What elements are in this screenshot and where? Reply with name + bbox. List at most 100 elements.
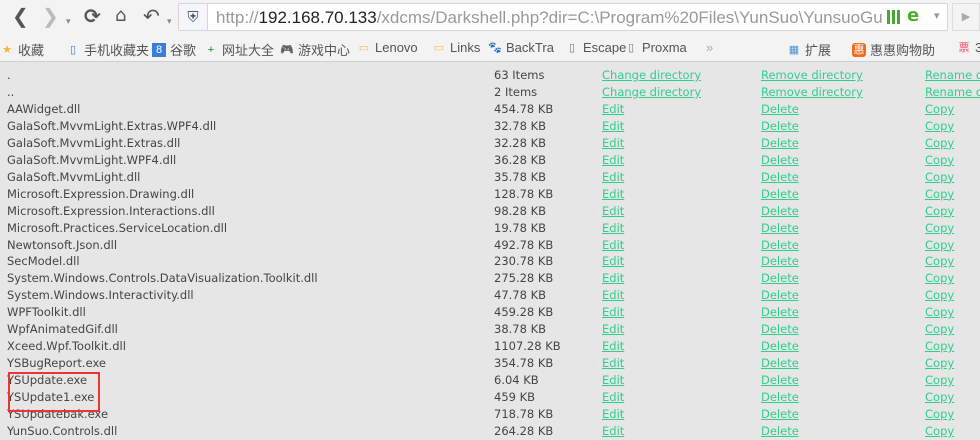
remove-directory-link[interactable]: Remove directory [761,68,863,82]
delete-link[interactable]: Delete [761,305,799,319]
rename-d-link[interactable]: Rename d [925,68,980,82]
delete-link[interactable]: Delete [761,322,799,336]
copy-link[interactable]: Copy [925,119,954,133]
more-bookmarks-icon[interactable]: » [706,40,713,55]
back-icon[interactable]: ❮ [12,6,29,26]
bookmark-item[interactable]: ▯ 手机收藏夹 [66,40,149,59]
edit-link[interactable]: Edit [602,390,624,404]
bookmark-item[interactable]: 🐾 BackTra [488,40,554,55]
edit-link[interactable]: Edit [602,305,624,319]
copy-link[interactable]: Copy [925,322,954,336]
delete-link[interactable]: Delete [761,204,799,218]
change-directory-link[interactable]: Change directory [602,68,701,82]
copy-link[interactable]: Copy [925,407,954,421]
edit-link[interactable]: Edit [602,373,624,387]
change-directory-link[interactable]: Change directory [602,85,701,99]
remove-directory-link[interactable]: Remove directory [761,85,863,99]
bookmark-item[interactable]: ★ 收藏 [0,40,44,59]
edit-link[interactable]: Edit [602,254,624,268]
edit-link[interactable]: Edit [602,221,624,235]
delete-link[interactable]: Delete [761,153,799,167]
delete-link[interactable]: Delete [761,136,799,150]
copy-link[interactable]: Copy [925,390,954,404]
shield-icon[interactable]: ⛨ [179,4,208,30]
huihui-icon: 惠 [852,42,866,57]
copy-link[interactable]: Copy [925,221,954,235]
delete-link[interactable]: Delete [761,187,799,201]
file-size: 128.78 KB [494,186,554,201]
delete-link[interactable]: Delete [761,356,799,370]
action-link-1-cell: Edit [602,204,624,218]
delete-link[interactable]: Delete [761,238,799,252]
edit-link[interactable]: Edit [602,102,624,116]
undo-icon[interactable]: ↶ [143,6,160,26]
copy-link[interactable]: Copy [925,271,954,285]
bookmark-item[interactable]: 🎮 游戏中心 [280,40,350,59]
bookmark-item[interactable]: 惠惠惠购物助 [852,40,935,59]
bookmark-item[interactable]: ▭ Links [432,40,481,55]
copy-link[interactable]: Copy [925,170,954,184]
edit-link[interactable]: Edit [602,153,624,167]
bookmark-item[interactable]: + 网址大全 [204,40,274,59]
edit-link[interactable]: Edit [602,322,624,336]
undo-dropdown-icon[interactable]: ▾ [167,12,172,32]
edit-link[interactable]: Edit [602,407,624,421]
edit-link[interactable]: Edit [602,170,624,184]
bookmark-item[interactable]: ▭ Lenovo [357,40,418,55]
edit-link[interactable]: Edit [602,288,624,302]
rename-d-link[interactable]: Rename d [925,85,980,99]
ie-engine-icon[interactable]: e [907,5,919,26]
delete-link[interactable]: Delete [761,102,799,116]
delete-link[interactable]: Delete [761,424,799,438]
forward-icon[interactable]: ❯ [42,6,59,26]
address-dropdown-icon[interactable]: ▾ [934,9,940,22]
edit-link[interactable]: Edit [602,238,624,252]
copy-link[interactable]: Copy [925,136,954,150]
copy-link[interactable]: Copy [925,305,954,319]
action-link-1-cell: Edit [602,424,624,438]
edit-link[interactable]: Edit [602,356,624,370]
edit-link[interactable]: Edit [602,424,624,438]
home-icon[interactable]: ⌂ [115,6,126,26]
edit-link[interactable]: Edit [602,339,624,353]
copy-link[interactable]: Copy [925,373,954,387]
copy-link[interactable]: Copy [925,339,954,353]
delete-link[interactable]: Delete [761,339,799,353]
delete-link[interactable]: Delete [761,407,799,421]
copy-link[interactable]: Copy [925,356,954,370]
copy-link[interactable]: Copy [925,238,954,252]
delete-link[interactable]: Delete [761,288,799,302]
bookmark-item[interactable]: ▯ Escape [565,40,626,55]
copy-link[interactable]: Copy [925,153,954,167]
delete-link[interactable]: Delete [761,390,799,404]
qr-code-icon[interactable] [887,10,901,24]
address-bar[interactable]: ⛨ http://192.168.70.133/xdcms/Darkshell.… [178,3,948,31]
url-input[interactable]: http://192.168.70.133/xdcms/Darkshell.ph… [216,8,883,28]
bookmark-item[interactable]: 8 谷歌 [152,40,196,59]
delete-link[interactable]: Delete [761,254,799,268]
page-icon: ▯ [627,41,635,54]
edit-link[interactable]: Edit [602,136,624,150]
bookmark-label: 惠惠购物助 [870,43,936,58]
delete-link[interactable]: Delete [761,170,799,184]
edit-link[interactable]: Edit [602,187,624,201]
go-button[interactable]: ▶ [952,3,980,31]
copy-link[interactable]: Copy [925,288,954,302]
refresh-icon[interactable]: ⟳ [84,6,101,26]
copy-link[interactable]: Copy [925,187,954,201]
bookmark-item[interactable]: ▯ Proxma [624,40,687,55]
edit-link[interactable]: Edit [602,204,624,218]
bookmark-item[interactable]: 票 360: [957,40,980,55]
forward-dropdown-icon[interactable]: ▾ [66,12,71,32]
edit-link[interactable]: Edit [602,119,624,133]
copy-link[interactable]: Copy [925,254,954,268]
copy-link[interactable]: Copy [925,424,954,438]
delete-link[interactable]: Delete [761,119,799,133]
delete-link[interactable]: Delete [761,271,799,285]
delete-link[interactable]: Delete [761,373,799,387]
delete-link[interactable]: Delete [761,221,799,235]
edit-link[interactable]: Edit [602,271,624,285]
bookmark-item[interactable]: ▦ 扩展 [787,40,831,59]
copy-link[interactable]: Copy [925,204,954,218]
copy-link[interactable]: Copy [925,102,954,116]
